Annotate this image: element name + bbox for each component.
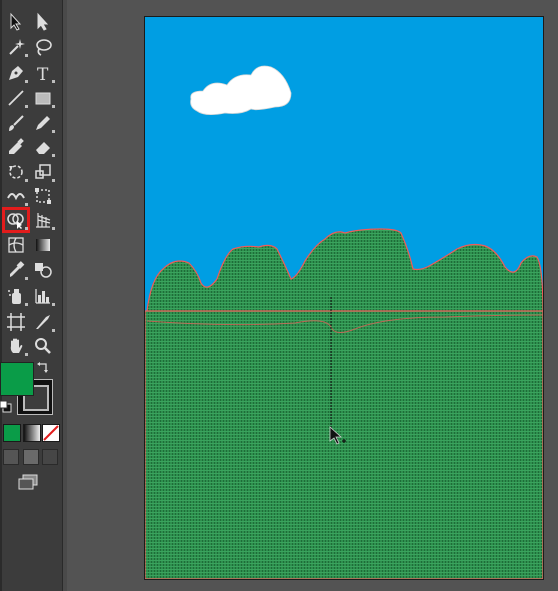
default-colors-icon xyxy=(0,400,12,413)
pen-tool[interactable] xyxy=(4,62,28,84)
submenu-indicator xyxy=(52,179,55,182)
submenu-indicator xyxy=(25,203,28,206)
symbol-sprayer-tool[interactable] xyxy=(4,285,28,307)
direct-selection-tool[interactable] xyxy=(31,11,55,33)
type-icon: T xyxy=(37,65,49,83)
fill-color-swatch[interactable] xyxy=(0,362,34,396)
width-tool[interactable] xyxy=(4,185,28,207)
submenu-indicator xyxy=(52,105,55,108)
none-slash-icon xyxy=(43,425,59,441)
submenu-indicator xyxy=(25,80,28,83)
free-transform-icon xyxy=(35,188,51,204)
pencil-tool[interactable] xyxy=(31,112,55,134)
width-icon xyxy=(7,193,25,201)
selection-tool[interactable] xyxy=(4,11,28,33)
magic-wand-tool[interactable] xyxy=(4,36,28,58)
screen-mode-button[interactable] xyxy=(17,474,39,490)
submenu-indicator xyxy=(52,329,55,332)
artboard[interactable] xyxy=(144,16,544,580)
submenu-indicator xyxy=(25,105,28,108)
submenu-indicator xyxy=(52,130,55,133)
draw-normal-button[interactable] xyxy=(3,449,19,465)
svg-text:T: T xyxy=(37,65,49,83)
submenu-indicator xyxy=(25,54,28,57)
rectangle-tool[interactable] xyxy=(31,87,55,109)
slice-tool[interactable] xyxy=(31,311,55,333)
scale-tool[interactable] xyxy=(31,161,55,183)
none-mode-button[interactable] xyxy=(42,424,60,442)
mesh-tool[interactable] xyxy=(4,234,28,256)
hand-tool[interactable] xyxy=(4,335,28,357)
submenu-indicator xyxy=(25,179,28,182)
draw-inside-button[interactable] xyxy=(42,449,58,465)
submenu-indicator xyxy=(25,227,28,230)
line-tool[interactable] xyxy=(4,87,28,109)
scale-icon xyxy=(35,164,51,179)
swap-arrows-icon xyxy=(37,362,48,373)
eraser-tool[interactable] xyxy=(31,136,55,158)
slice-icon xyxy=(36,315,50,329)
arrow-icon xyxy=(10,12,22,31)
zoom-tool[interactable] xyxy=(31,335,55,357)
white-arrow-icon xyxy=(37,12,49,31)
pasteboard-edge xyxy=(63,0,67,591)
default-colors-button[interactable] xyxy=(0,400,12,413)
rectangle-icon xyxy=(35,92,51,105)
rotate-icon xyxy=(9,165,23,179)
blend-icon xyxy=(35,263,52,278)
ground-rectangle[interactable] xyxy=(145,310,543,579)
submenu-indicator xyxy=(52,303,55,306)
artboard-icon xyxy=(7,313,25,331)
gradient-tool[interactable] xyxy=(31,234,55,256)
zoom-icon xyxy=(35,338,51,354)
gradient-mode-button[interactable] xyxy=(23,424,41,442)
lasso-tool[interactable] xyxy=(31,36,55,58)
artwork xyxy=(145,17,543,579)
submenu-indicator xyxy=(52,80,55,83)
type-tool[interactable]: T xyxy=(31,62,55,84)
pen-icon xyxy=(9,66,23,80)
blend-tool[interactable] xyxy=(31,259,55,281)
submenu-indicator xyxy=(52,154,55,157)
paintbrush-icon xyxy=(9,115,24,131)
gradient-icon xyxy=(36,239,50,251)
blob-brush-icon xyxy=(9,138,24,154)
pencil-icon xyxy=(36,116,50,130)
perspective-grid-icon xyxy=(36,213,51,228)
panel-grip[interactable] xyxy=(0,0,2,591)
magic-wand-icon xyxy=(9,39,25,55)
submenu-indicator xyxy=(25,353,28,356)
eyedropper-icon xyxy=(10,261,25,277)
color-mode-button[interactable] xyxy=(3,424,21,442)
shape-builder-icon xyxy=(7,213,24,229)
column-graph-tool[interactable] xyxy=(31,285,55,307)
submenu-indicator xyxy=(25,277,28,280)
submenu-indicator xyxy=(52,227,55,230)
rotate-tool[interactable] xyxy=(4,161,28,183)
swap-fill-stroke-button[interactable] xyxy=(36,359,52,375)
blob-brush-tool[interactable] xyxy=(4,136,28,158)
perspective-grid-tool[interactable] xyxy=(31,209,55,231)
eyedropper-tool[interactable] xyxy=(4,259,28,281)
shape-builder-tool[interactable] xyxy=(2,207,30,233)
mesh-icon xyxy=(8,237,24,253)
symbol-sprayer-icon xyxy=(8,289,21,304)
line-icon xyxy=(8,90,24,106)
column-graph-icon xyxy=(35,289,50,304)
submenu-indicator xyxy=(25,303,28,306)
tools-panel: T xyxy=(0,0,63,591)
screen-mode-icon xyxy=(18,474,38,490)
hand-icon xyxy=(10,338,23,353)
eraser-icon xyxy=(36,142,50,154)
lasso-icon xyxy=(36,39,52,56)
artboard-tool[interactable] xyxy=(4,311,28,333)
free-transform-tool[interactable] xyxy=(31,185,55,207)
draw-behind-button[interactable] xyxy=(23,449,39,465)
paintbrush-tool[interactable] xyxy=(4,112,28,134)
